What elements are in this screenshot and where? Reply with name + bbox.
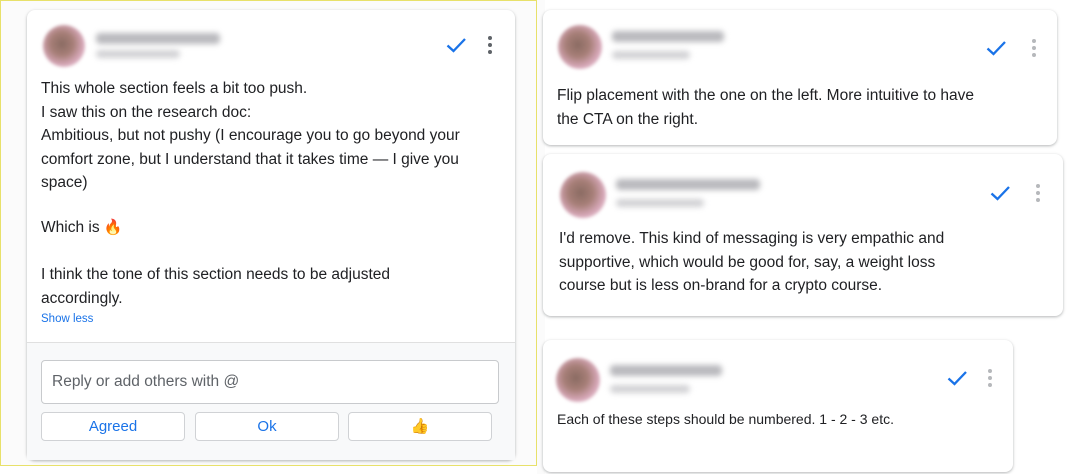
comment-line: comfort zone, but I understand that it t…	[41, 150, 459, 168]
comment-card	[543, 340, 1013, 472]
check-icon[interactable]	[988, 181, 1012, 205]
comment-body: This whole section feels a bit too push.…	[41, 77, 511, 195]
avatar	[558, 25, 602, 69]
fire-icon: 🔥	[103, 219, 123, 236]
tone-comment: I think the tone of this section needs t…	[41, 263, 511, 310]
check-icon[interactable]	[444, 33, 468, 57]
comment-line: space)	[41, 174, 88, 191]
check-icon[interactable]	[945, 366, 969, 390]
comment-body: Flip placement with the one on the left.…	[557, 84, 1052, 131]
author-name	[616, 179, 760, 190]
avatar	[43, 25, 85, 67]
comment-line: supportive, which would be good for, say…	[559, 253, 936, 271]
comment-line: Ambitious, but not pushy (I encourage yo…	[41, 127, 460, 144]
comment-timestamp	[616, 199, 704, 207]
comment-line: I think the tone of this section needs t…	[41, 266, 390, 283]
comment-body: Each of these steps should be numbered. …	[557, 408, 1007, 432]
which-is-text: Which is	[41, 219, 100, 236]
reply-input[interactable]	[41, 360, 499, 404]
comment-body: I'd remove. This kind of messaging is ve…	[559, 227, 1054, 298]
more-vert-icon[interactable]	[986, 367, 994, 389]
thumbs-up-button[interactable]: 👍	[348, 412, 492, 441]
show-less-link[interactable]: Show less	[41, 313, 93, 325]
comment-line: the CTA on the right.	[557, 110, 699, 128]
avatar	[560, 172, 606, 218]
comment-timestamp	[610, 385, 690, 393]
comment-line: Flip placement with the one on the left.…	[557, 87, 975, 104]
comment-line: I saw this on the research doc:	[41, 103, 252, 121]
comment-timestamp	[96, 50, 180, 58]
more-vert-icon[interactable]	[486, 34, 494, 56]
comment-line: accordingly.	[41, 289, 123, 307]
avatar	[556, 358, 600, 402]
ok-button[interactable]: Ok	[195, 412, 339, 441]
author-name	[612, 31, 724, 42]
comment-timestamp	[612, 51, 690, 59]
more-vert-icon[interactable]	[1030, 37, 1038, 59]
comment-line: course but is less on-brand for a crypto…	[559, 277, 883, 294]
check-icon[interactable]	[984, 36, 1008, 60]
comment-line: I'd remove. This kind of messaging is ve…	[559, 230, 945, 247]
author-name	[610, 365, 722, 376]
which-is-line: Which is 🔥	[41, 216, 123, 240]
more-vert-icon[interactable]	[1034, 182, 1042, 204]
agreed-button[interactable]: Agreed	[41, 412, 185, 441]
author-name	[96, 33, 220, 44]
comment-line: Each of these steps should be numbered. …	[557, 411, 894, 427]
comment-line: This whole section feels a bit too push.	[41, 80, 308, 97]
